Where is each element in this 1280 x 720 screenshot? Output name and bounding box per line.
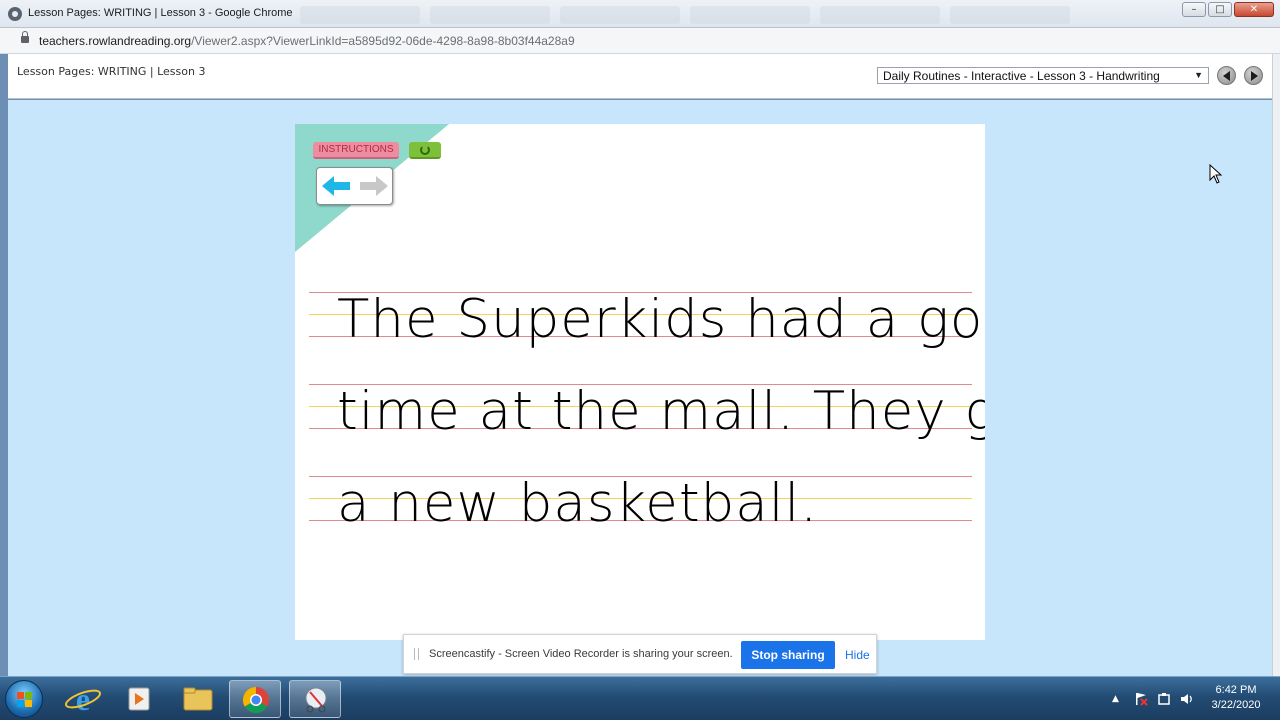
background-tabs [300, 4, 1180, 26]
background-tab[interactable] [430, 6, 550, 24]
handwriting-line-3: a new basketball. [337, 473, 819, 534]
instructions-button[interactable]: INSTRUCTIONS [313, 142, 399, 159]
stop-sharing-button[interactable]: Stop sharing [741, 641, 835, 669]
handwriting-line-2: time at the mall. They got [337, 381, 985, 442]
background-tab[interactable] [820, 6, 940, 24]
screen-share-bar: Screencastify - Screen Video Recorder is… [403, 634, 877, 674]
snipping-tool-icon [305, 687, 327, 713]
taskbar-chrome[interactable] [229, 680, 281, 718]
taskbar-media-player[interactable] [113, 680, 165, 718]
window-title: Lesson Pages: WRITING | Lesson 3 - Googl… [28, 7, 293, 19]
lesson-dropdown[interactable]: Daily Routines - Interactive - Lesson 3 … [877, 67, 1209, 84]
minimize-button[interactable]: – [1182, 2, 1206, 17]
viewer-header: Lesson Pages: WRITING | Lesson 3 Daily R… [8, 54, 1272, 99]
clock-time: 6:42 PM [1215, 684, 1257, 696]
taskbar-snipping-tool[interactable] [289, 680, 341, 718]
action-center-flag-icon[interactable] [1134, 692, 1148, 706]
svg-text:e: e [76, 681, 90, 717]
lesson-label: Lesson Pages: WRITING | Lesson 3 [17, 65, 206, 78]
address-bar[interactable]: teachers.rowlandreading.org/Viewer2.aspx… [0, 28, 1280, 54]
chrome-window-icon [8, 7, 22, 21]
url-field[interactable]: teachers.rowlandreading.org/Viewer2.aspx… [39, 34, 575, 48]
lock-icon[interactable] [21, 31, 29, 43]
windows-logo-icon [17, 692, 33, 708]
url-path: /Viewer2.aspx?ViewerLinkId=a5895d92-06de… [191, 34, 575, 48]
background-tab[interactable] [690, 6, 810, 24]
hide-link[interactable]: Hide [845, 648, 870, 662]
handwriting-activity: INSTRUCTIONS The Superkids had a good ti… [295, 124, 985, 640]
taskbar-file-explorer[interactable] [172, 680, 224, 718]
background-tab[interactable] [560, 6, 680, 24]
folder-icon [183, 687, 213, 711]
refresh-icon [420, 145, 430, 155]
next-page-button[interactable] [1244, 66, 1263, 85]
back-arrow-icon[interactable] [322, 176, 352, 196]
handwriting-line-1: The Superkids had a good [337, 289, 985, 350]
media-player-icon [128, 687, 150, 711]
lesson-dropdown-value: Daily Routines - Interactive - Lesson 3 … [883, 69, 1160, 83]
vertical-scrollbar[interactable] [1272, 54, 1280, 676]
window-titlebar: Lesson Pages: WRITING | Lesson 3 - Googl… [0, 0, 1280, 28]
screen-share-message: Screencastify - Screen Video Recorder is… [429, 648, 733, 660]
arrow-right-icon [1251, 71, 1258, 81]
drag-handle-icon[interactable] [414, 648, 419, 660]
mouse-cursor-icon [1209, 164, 1223, 184]
maximize-button[interactable]: □ [1208, 2, 1232, 17]
taskbar: e ▲ 6:42 PM 3/22/2020 [0, 676, 1280, 720]
chevron-down-icon: ▼ [1194, 70, 1203, 80]
url-host: teachers.rowlandreading.org [39, 34, 192, 48]
forward-arrow-icon[interactable] [358, 176, 388, 196]
content-area: INSTRUCTIONS The Superkids had a good ti… [8, 100, 1272, 676]
power-icon[interactable] [1157, 692, 1171, 706]
show-hidden-icons-button[interactable]: ▲ [1112, 694, 1126, 708]
volume-icon[interactable] [1180, 692, 1194, 706]
background-tab[interactable] [950, 6, 1070, 24]
taskbar-internet-explorer[interactable]: e [57, 680, 109, 718]
close-button[interactable]: ✕ [1234, 2, 1274, 17]
window-controls: – □ ✕ [1182, 2, 1274, 18]
chrome-icon [242, 686, 269, 714]
system-clock[interactable]: 6:42 PM 3/22/2020 [1205, 683, 1267, 713]
previous-page-button[interactable] [1217, 66, 1236, 85]
internet-explorer-icon: e [64, 681, 102, 717]
clock-date: 3/22/2020 [1211, 699, 1261, 711]
reset-button[interactable] [409, 142, 441, 159]
background-tab[interactable] [300, 6, 420, 24]
page-arrows [316, 167, 393, 205]
start-button[interactable] [5, 680, 43, 718]
arrow-left-icon [1223, 71, 1230, 81]
